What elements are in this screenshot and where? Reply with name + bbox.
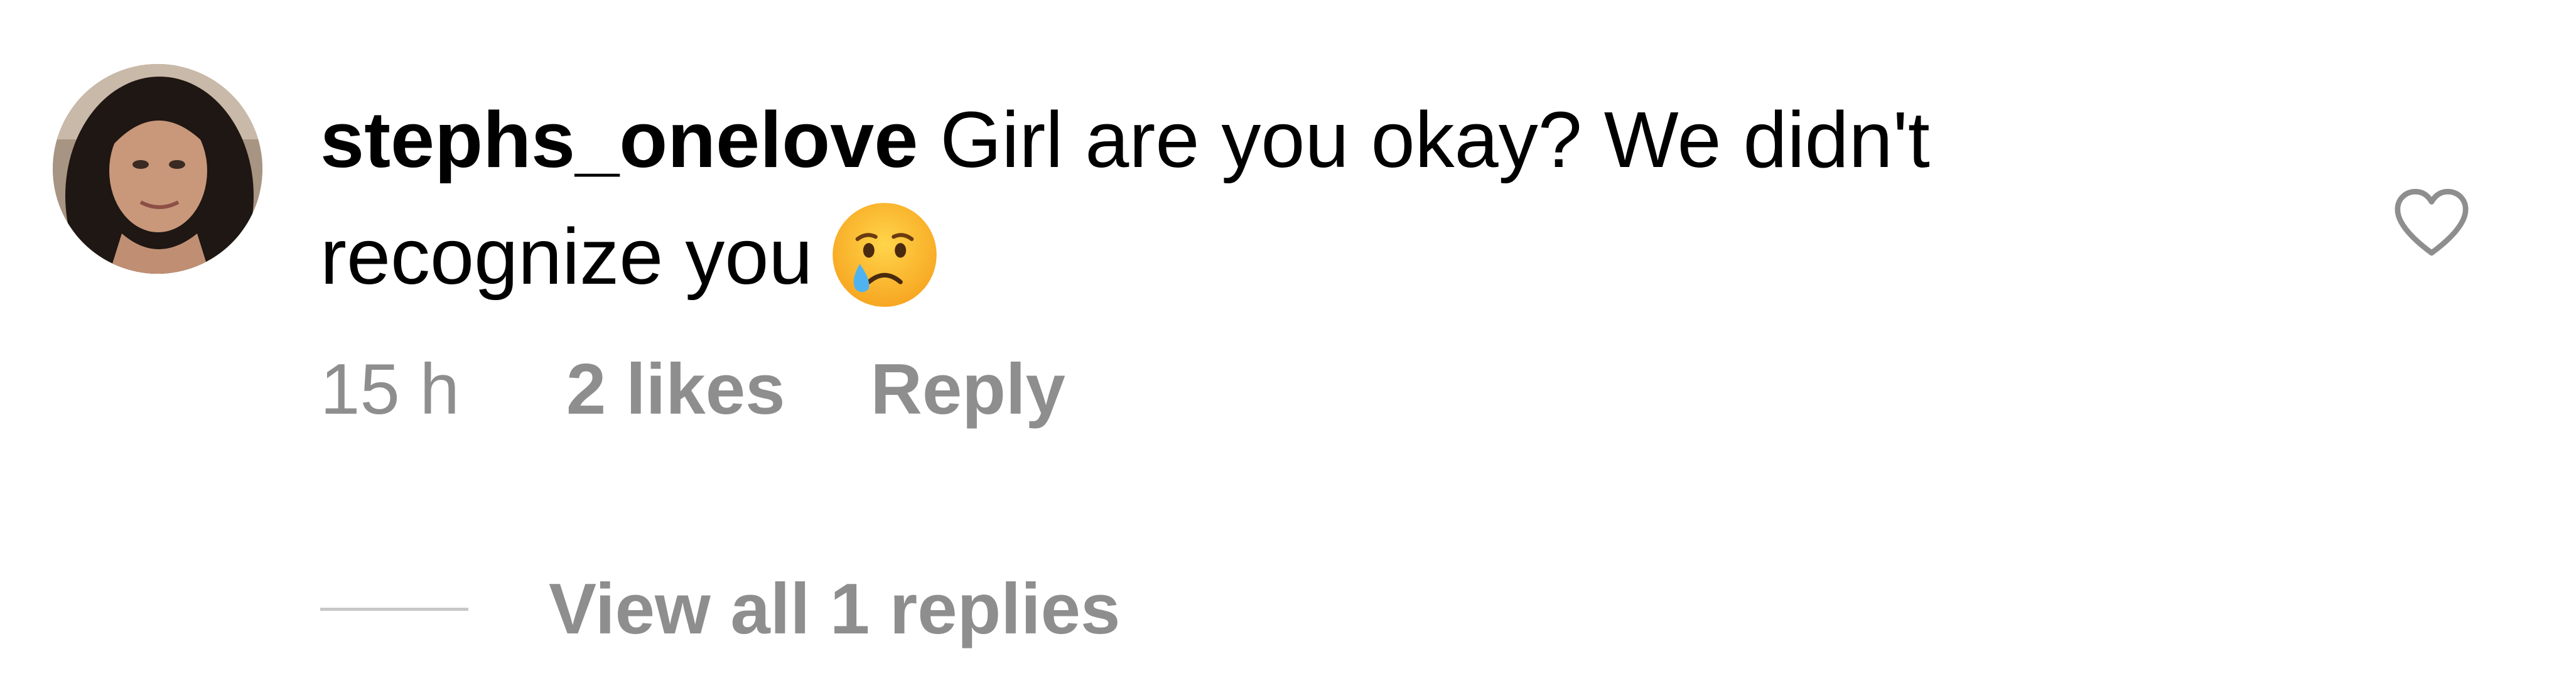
view-replies-button[interactable]: View all 1 replies [320,565,1120,653]
replies-divider [320,607,468,611]
view-replies-label: View all 1 replies [549,569,1121,649]
heart-outline-icon[interactable] [2391,183,2472,261]
crying-face-icon [828,198,941,311]
comment-item: stephs_onelove Girl are you okay? We did… [0,0,2576,678]
comment-username[interactable]: stephs_onelove [320,95,918,184]
likes-count[interactable]: 2 likes [566,348,785,431]
comment-timestamp: 15 h [320,349,460,429]
avatar[interactable] [53,64,262,274]
comment-meta: 15 h 2 likes Reply [320,345,1065,433]
comment-body: stephs_onelove Girl are you okay? We did… [320,82,2279,315]
reply-button[interactable]: Reply [871,348,1065,431]
